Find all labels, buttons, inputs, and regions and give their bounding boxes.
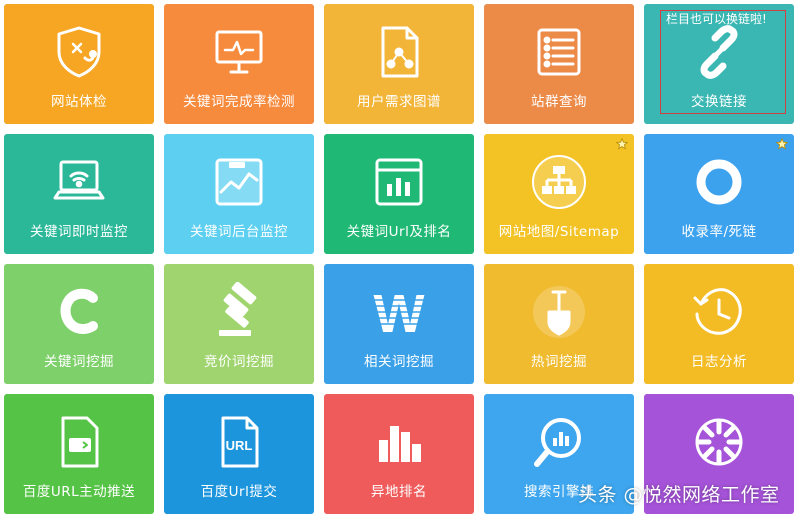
watermark: 头条 @悦然网络工作室: [578, 484, 780, 506]
tile-site-check[interactable]: 网站体检: [4, 4, 154, 124]
tile-label: 收录率/死链: [681, 224, 757, 240]
bars-icon: [369, 412, 429, 472]
svg-text:W: W: [374, 284, 425, 342]
tile-label: 日志分析: [691, 354, 747, 370]
push-arrow-icon: [49, 412, 109, 472]
document-graph-icon: [369, 22, 429, 82]
shield-stethoscope-icon: [49, 22, 109, 82]
tile-hot-word-mining[interactable]: 热词挖掘: [484, 264, 634, 384]
letter-w-icon: W: [369, 282, 429, 342]
tile-keyword-mining[interactable]: 关键词挖掘: [4, 264, 154, 384]
tile-label: 相关词挖掘: [364, 354, 434, 370]
aperture-icon: [689, 412, 749, 472]
bar-chart-window-icon: [369, 152, 429, 212]
tile-sitemap[interactable]: 网站地图/Sitemap: [484, 134, 634, 254]
monitor-pulse-icon: [209, 22, 269, 82]
tile-bidding-word-mining[interactable]: 竞价词挖掘: [164, 264, 314, 384]
tile-exchange-links[interactable]: 栏目也可以换链啦! 交换链接: [644, 4, 794, 124]
url-document-icon: URL: [209, 412, 269, 472]
tool-grid: 网站体检 关键词完成率检测 用户需求图谱 站群查询 栏目也可以换链啦! 交换链接…: [0, 0, 800, 520]
tile-label: 关键词挖掘: [44, 354, 114, 370]
tile-label: 网站体检: [51, 94, 107, 110]
tile-remote-ranking[interactable]: 异地排名: [324, 394, 474, 514]
star-icon: [616, 138, 628, 150]
tile-label: 用户需求图谱: [357, 94, 441, 110]
tile-label: 交换链接: [691, 94, 747, 110]
tile-label: 百度Url提交: [200, 484, 278, 500]
chain-link-icon: [689, 22, 749, 82]
tile-baidu-url-submit[interactable]: URL 百度Url提交: [164, 394, 314, 514]
tile-user-demand-graph[interactable]: 用户需求图谱: [324, 4, 474, 124]
tile-label: 竞价词挖掘: [204, 354, 274, 370]
tile-label: 站群查询: [531, 94, 587, 110]
tile-label: 百度URL主动推送: [22, 484, 136, 500]
tile-keyword-backend-monitor[interactable]: 关键词后台监控: [164, 134, 314, 254]
tile-keyword-url-ranking[interactable]: 关键词Url及排名: [324, 134, 474, 254]
tile-baidu-url-push[interactable]: 百度URL主动推送: [4, 394, 154, 514]
svg-text:URL: URL: [226, 438, 253, 453]
search-chart-icon: [529, 412, 589, 472]
ring-icon: [689, 152, 749, 212]
tile-related-word-mining[interactable]: W 相关词挖掘: [324, 264, 474, 384]
tile-label: 关键词Url及排名: [346, 224, 452, 240]
clock-icon: [689, 282, 749, 342]
list-icon: [529, 22, 589, 82]
tile-label: 热词挖掘: [531, 354, 587, 370]
sitemap-icon: [529, 152, 589, 212]
tile-label: 异地排名: [371, 484, 427, 500]
letter-c-icon: [49, 282, 109, 342]
tile-keyword-instant-monitor[interactable]: 关键词即时监控: [4, 134, 154, 254]
laptop-wifi-icon: [49, 152, 109, 212]
shovel-icon: [529, 282, 589, 342]
tile-keyword-completion[interactable]: 关键词完成率检测: [164, 4, 314, 124]
tile-site-group-query[interactable]: 站群查询: [484, 4, 634, 124]
tile-label: 关键词即时监控: [30, 224, 128, 240]
tile-log-analysis[interactable]: 日志分析: [644, 264, 794, 384]
chart-trend-icon: [209, 152, 269, 212]
tile-label: 关键词完成率检测: [183, 94, 295, 110]
gavel-icon: [209, 282, 269, 342]
tile-label: 网站地图/Sitemap: [498, 224, 620, 240]
tile-index-rate-deadlinks[interactable]: 收录率/死链: [644, 134, 794, 254]
star-icon: [776, 138, 788, 150]
tile-label: 关键词后台监控: [190, 224, 288, 240]
